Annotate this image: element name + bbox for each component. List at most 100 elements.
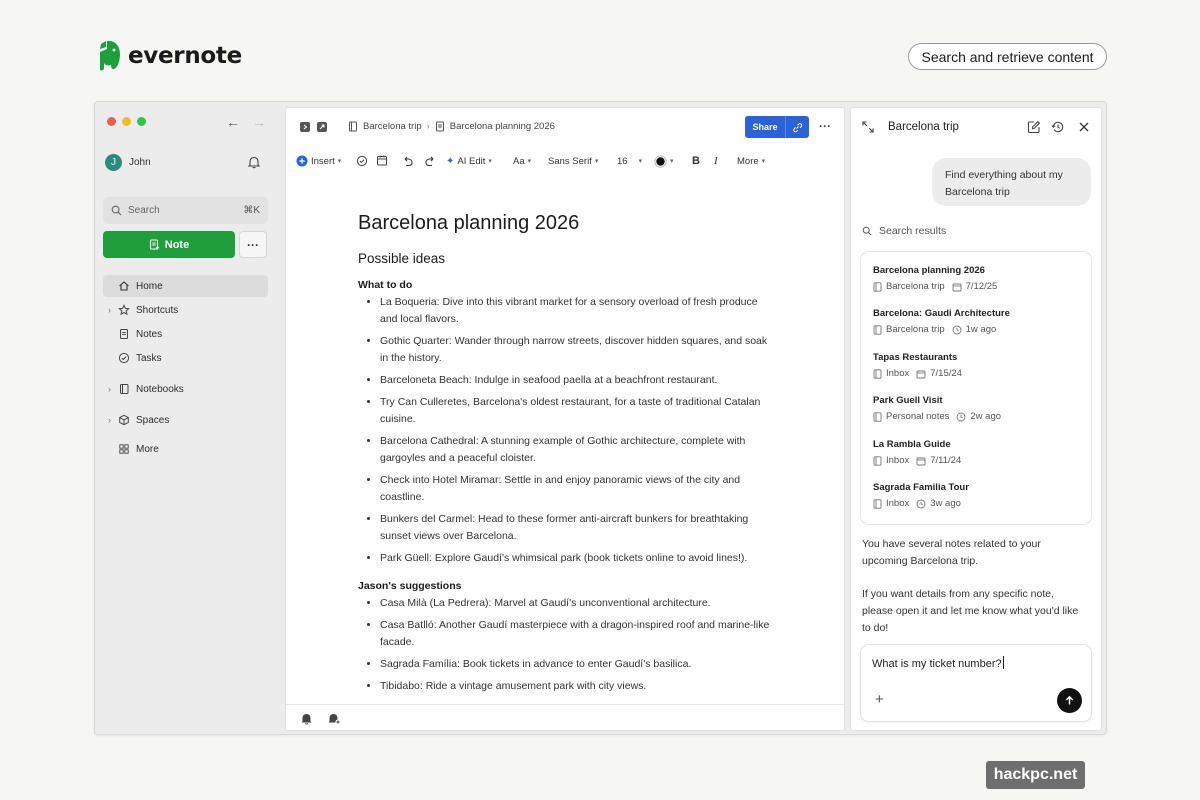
more-formatting-label: More <box>737 155 759 167</box>
maximize-window-button[interactable] <box>137 117 146 126</box>
search-results-text: Search results <box>879 225 947 237</box>
sidebar-item-notes[interactable]: Notes <box>103 323 268 345</box>
new-note-icon <box>149 239 159 250</box>
search-result-item[interactable]: Tapas Restaurants Inbox 7/15/24 <box>873 352 962 379</box>
breadcrumb-notebook[interactable]: Barcelona trip <box>363 121 422 132</box>
share-button[interactable]: Share <box>745 116 809 138</box>
sidebar-item-more[interactable]: More <box>103 438 268 460</box>
text-color-dropdown[interactable]: ▾ <box>654 152 674 170</box>
italic-icon[interactable]: I <box>714 152 718 170</box>
assistant-reply: You have several notes related to your u… <box>862 536 1087 637</box>
new-more-options-button[interactable]: ··· <box>239 231 267 258</box>
sidebar-item-label: More <box>136 443 159 455</box>
editor-footer <box>286 704 844 730</box>
copy-link-button[interactable] <box>785 116 809 138</box>
sidebar-item-home[interactable]: Home <box>103 275 268 297</box>
forward-arrow-icon[interactable]: → <box>252 114 266 130</box>
font-family-dropdown[interactable]: Sans Serif ▾ <box>548 152 598 170</box>
expand-chevron-icon[interactable]: › <box>108 305 118 315</box>
sidebar-item-spaces[interactable]: › Spaces <box>103 409 268 431</box>
redo-icon[interactable] <box>424 152 436 170</box>
calendar-icon <box>952 283 962 291</box>
add-reminder-icon[interactable] <box>327 712 341 725</box>
result-notebook: Personal notes <box>886 411 950 422</box>
checklist-icon[interactable] <box>356 152 368 170</box>
result-time: 7/11/24 <box>930 455 962 466</box>
search-result-item[interactable]: Sagrada Familia Tour Inbox 3w ago <box>873 482 969 509</box>
ai-edit-dropdown[interactable]: ✦ AI Edit ▾ <box>446 152 492 170</box>
grid-icon <box>119 444 129 454</box>
result-time: 1w ago <box>965 324 997 335</box>
watermark: hackpc.net <box>986 761 1085 789</box>
editor-overflow-menu-icon[interactable]: ··· <box>819 119 831 133</box>
sidebar: ← → J John Search ⌘K Note ··· Home › Sho… <box>95 102 283 734</box>
search-result-item[interactable]: Park Guell Visit Personal notes 2w ago <box>873 395 1001 422</box>
insert-dropdown[interactable]: Insert ▾ <box>296 152 341 170</box>
send-button[interactable] <box>1057 688 1082 713</box>
list-item: Try Can Culleretes, Barcelona's oldest r… <box>380 394 778 428</box>
user-account[interactable]: J John <box>105 154 151 171</box>
chevron-down-icon: ▾ <box>594 158 599 165</box>
text-style-label: Aa <box>513 155 525 167</box>
expand-panel-icon[interactable] <box>861 120 875 134</box>
user-name: John <box>129 157 151 168</box>
expand-chevron-icon[interactable]: › <box>108 415 118 425</box>
expand-note-icon[interactable] <box>316 121 328 133</box>
chevron-down-icon: ▾ <box>337 158 342 165</box>
collapse-sidebar-icon[interactable] <box>299 121 311 133</box>
chevron-down-icon: ▾ <box>761 158 766 165</box>
result-meta: Inbox 3w ago <box>873 498 969 509</box>
note-content[interactable]: Barcelona planning 2026 Possible ideas W… <box>358 212 778 700</box>
reminder-bell-icon[interactable] <box>300 712 313 725</box>
calendar-icon <box>916 457 926 465</box>
note-icon <box>120 329 128 339</box>
search-result-item[interactable]: Barcelona planning 2026 Barcelona trip 7… <box>873 265 997 292</box>
plus-circle-icon <box>296 155 308 167</box>
attach-plus-icon[interactable]: + <box>875 691 884 708</box>
result-title: Barcelona: Gaudi Architecture <box>873 308 1010 319</box>
app-window: ← → J John Search ⌘K Note ··· Home › Sho… <box>94 101 1107 735</box>
new-note-button[interactable]: Note <box>103 231 235 258</box>
section-heading: Jason's suggestions <box>358 580 462 592</box>
breadcrumb-note[interactable]: Barcelona planning 2026 <box>450 121 555 132</box>
new-chat-edit-icon[interactable] <box>1027 120 1041 134</box>
back-arrow-icon[interactable]: ← <box>226 114 240 130</box>
expand-chevron-icon[interactable]: › <box>108 384 118 394</box>
close-icon[interactable] <box>1077 120 1091 134</box>
font-family-label: Sans Serif <box>548 155 592 167</box>
close-window-button[interactable] <box>107 117 116 126</box>
search-result-item[interactable]: La Rambla Guide Inbox 7/11/24 <box>873 439 961 466</box>
text-style-dropdown[interactable]: Aa ▾ <box>513 152 531 170</box>
more-formatting-dropdown[interactable]: More ▾ <box>737 152 765 170</box>
calendar-icon <box>916 370 926 378</box>
chevron-down-icon: ▾ <box>527 158 532 165</box>
editor-header: Barcelona trip › Barcelona planning 2026… <box>286 108 844 144</box>
note-title[interactable]: Barcelona planning 2026 <box>358 212 778 235</box>
font-size-label: 16 <box>617 155 628 167</box>
sidebar-item-notebooks[interactable]: › Notebooks <box>103 378 268 400</box>
search-icon <box>111 205 122 216</box>
sidebar-search[interactable]: Search ⌘K <box>103 197 268 224</box>
calendar-icon[interactable] <box>376 152 388 170</box>
clock-icon <box>952 325 962 334</box>
result-time: 7/15/24 <box>930 368 962 379</box>
sidebar-item-tasks[interactable]: Tasks <box>103 347 268 369</box>
result-meta: Barcelona trip 1w ago <box>873 324 1010 335</box>
chat-input[interactable]: What is my ticket number? + <box>860 644 1092 722</box>
result-title: Park Guell Visit <box>873 395 943 406</box>
search-result-item[interactable]: Barcelona: Gaudi Architecture Barcelona … <box>873 308 1010 335</box>
sidebar-item-shortcuts[interactable]: › Shortcuts <box>103 299 268 321</box>
list-item: Casa Batlló: Another Gaudí masterpiece w… <box>380 617 778 651</box>
list-item: Gothic Quarter: Wander through narrow st… <box>380 333 778 367</box>
list-item: La Boqueria: Dive into this vibrant mark… <box>380 294 778 328</box>
bold-icon[interactable]: B <box>692 152 700 170</box>
notebook-icon <box>873 368 882 379</box>
chat-input-field[interactable]: What is my ticket number? <box>872 656 1004 670</box>
history-icon[interactable] <box>1051 120 1065 134</box>
undo-icon[interactable] <box>402 152 414 170</box>
notifications-bell-icon[interactable] <box>247 155 261 169</box>
minimize-window-button[interactable] <box>122 117 131 126</box>
sidebar-item-label: Notes <box>136 328 163 340</box>
font-size-dropdown[interactable]: 16 ▾ <box>617 152 642 170</box>
avatar: J <box>105 154 122 171</box>
